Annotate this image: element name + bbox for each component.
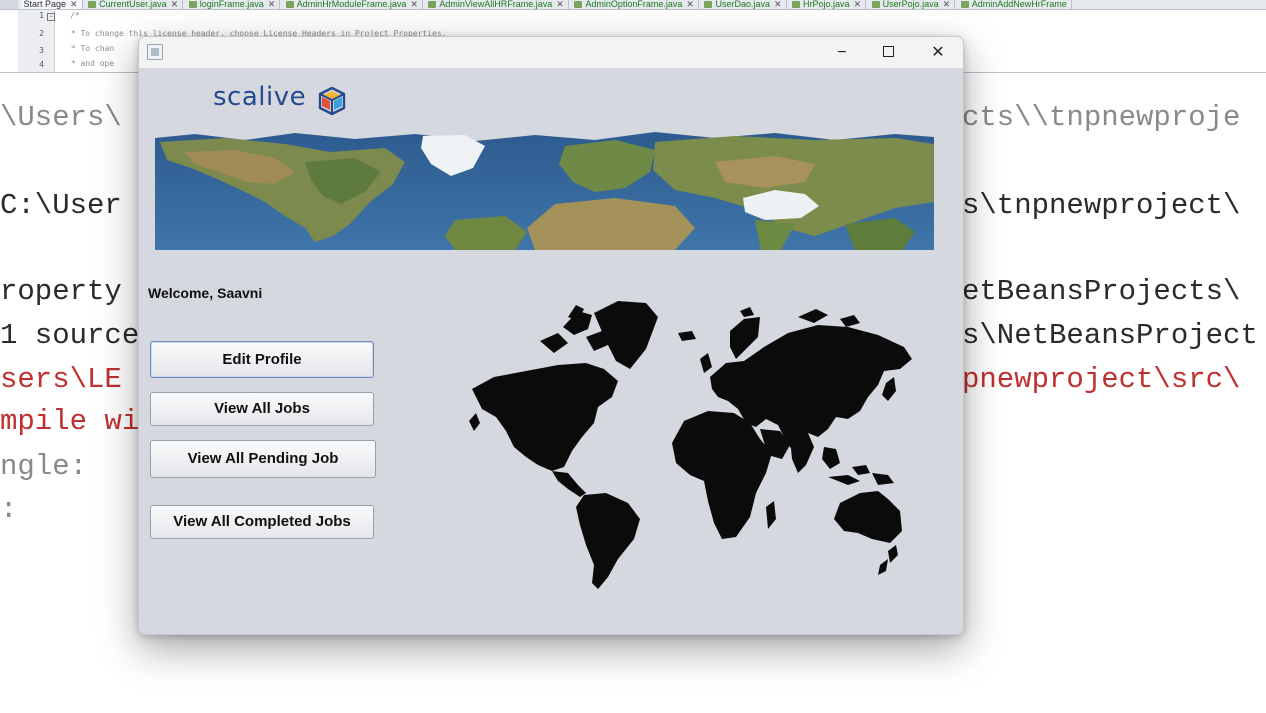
close-icon[interactable]: ✕ [556, 0, 564, 9]
edit-profile-button[interactable]: Edit Profile [150, 341, 374, 378]
view-all-jobs-button[interactable]: View All Jobs [150, 392, 374, 426]
java-file-icon [428, 1, 437, 9]
line-number: 3 [39, 46, 44, 55]
line-gutter: 1 − 2 3 4 [18, 10, 55, 72]
main-panel: scalive Welcome, Saavni Edit Profile Vie… [139, 68, 963, 634]
close-icon[interactable]: ✕ [774, 0, 782, 9]
java-file-icon [188, 1, 197, 9]
output-line: s\tnpnewproject\ [962, 189, 1241, 222]
line-number: 1 [39, 11, 44, 20]
maximize-button[interactable] [865, 37, 911, 68]
ide-tab[interactable]: CurrentUser.java ✕ [85, 0, 184, 9]
output-line: 1 source [0, 319, 140, 352]
java-file-icon [871, 1, 880, 9]
output-line: pnewproject\src\ [962, 363, 1241, 396]
output-line: \Users\ [0, 101, 122, 134]
welcome-label: Welcome, Saavni [148, 285, 263, 301]
output-line: etBeansProjects\ [962, 275, 1241, 308]
app-window: − ✕ scalive Welcome, Saavni Edit Profile… [138, 36, 964, 635]
ide-tab[interactable]: loginFrame.java ✕ [186, 0, 281, 9]
output-line: C:\User [0, 189, 122, 222]
ide-tab[interactable]: UserDao.java ✕ [701, 0, 787, 9]
java-file-icon [960, 1, 969, 9]
close-icon[interactable]: ✕ [943, 0, 951, 9]
ide-tab[interactable]: AdminViewAllHRFrame.java ✕ [425, 0, 569, 9]
ide-tab-bar: Start Page ✕ CurrentUser.java ✕ loginFrame… [0, 0, 1266, 10]
world-satellite-banner [155, 132, 934, 250]
close-icon[interactable]: ✕ [171, 0, 179, 9]
output-line: sers\LE [0, 363, 122, 396]
java-file-icon [285, 1, 294, 9]
close-icon[interactable]: ✕ [268, 0, 276, 9]
ide-tab[interactable]: UserPojo.java ✕ [869, 0, 956, 9]
java-file-icon [88, 1, 97, 9]
output-line: : [0, 493, 18, 526]
ide-tab[interactable]: AdminOptionFrame.java ✕ [571, 0, 699, 9]
output-line: mpile wi [0, 405, 140, 438]
view-pending-jobs-button[interactable]: View All Pending Job [150, 440, 376, 478]
world-map-image [469, 301, 912, 589]
ide-tab[interactable]: AdminHrModuleFrame.java ✕ [283, 0, 423, 9]
line-number: 4 [39, 60, 44, 69]
minimize-button[interactable]: − [819, 37, 865, 68]
ide-tab-start-page[interactable]: Start Page ✕ [20, 0, 83, 9]
close-button[interactable]: ✕ [915, 37, 961, 68]
tab-scroll-left[interactable] [0, 0, 18, 9]
minimize-icon: − [837, 44, 847, 61]
output-line: s\NetBeansProject [962, 319, 1258, 352]
fold-icon[interactable]: − [47, 13, 55, 21]
close-icon[interactable]: ✕ [854, 0, 862, 9]
output-line: cts\\tnpnewproje [962, 101, 1241, 134]
close-icon[interactable]: ✕ [70, 0, 78, 9]
output-line: roperty [0, 275, 122, 308]
user-name: Saavni [217, 285, 263, 301]
ide-tab[interactable]: HrPojo.java ✕ [789, 0, 867, 9]
java-file-icon [792, 1, 801, 9]
java-file-icon [574, 1, 583, 9]
close-icon[interactable]: ✕ [686, 0, 694, 9]
close-icon: ✕ [931, 44, 945, 61]
code-line: /* [70, 11, 80, 20]
cube-logo-icon [318, 86, 346, 116]
java-app-icon [147, 44, 163, 60]
maximize-icon [882, 46, 894, 58]
logo-text: scalive [213, 82, 307, 112]
view-completed-jobs-button[interactable]: View All Completed Jobs [150, 505, 374, 539]
ide-tab[interactable]: AdminAddNewHrFrame [958, 0, 1072, 9]
line-number: 2 [39, 29, 44, 38]
code-line: * and ope [66, 59, 115, 68]
window-titlebar[interactable]: − ✕ [139, 37, 963, 68]
java-file-icon [704, 1, 713, 9]
code-line: * To chan [66, 44, 115, 53]
close-icon[interactable]: ✕ [410, 0, 418, 9]
output-line: ngle: [0, 450, 88, 483]
